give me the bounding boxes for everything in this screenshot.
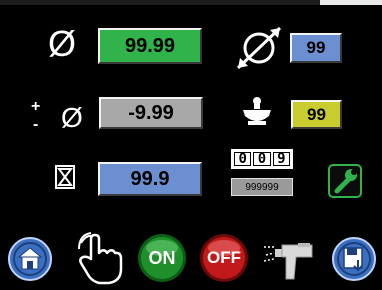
counter-icon: 0 0 9 [231,149,293,169]
counter-digit: 9 [272,152,290,166]
manual-touch-button[interactable] [75,229,125,285]
hand-pointer-icon [78,232,123,285]
off-button-label: OFF [207,248,241,267]
on-button-label: ON [148,247,176,268]
save-icon [332,237,376,281]
off-button[interactable]: OFF [199,233,249,283]
tolerance-value[interactable]: -9.99 [99,97,203,129]
spray-button[interactable] [262,235,316,283]
diameter-value[interactable]: 99.99 [98,28,202,64]
diameter-expand-icon [236,26,282,70]
home-button[interactable] [7,236,53,282]
save-button[interactable] [331,236,377,282]
counter-value[interactable]: 999999 [231,178,293,196]
top-strip [0,0,382,5]
tolerance-diameter-symbol: Ø [61,102,83,133]
time-value[interactable]: 99.9 [98,162,202,196]
weight-value[interactable]: 99 [291,100,342,129]
hourglass-icon [55,165,75,189]
counter-digit: 0 [234,152,252,166]
wrench-icon[interactable] [328,164,362,198]
minus-symbol: - [33,116,39,133]
on-button[interactable]: ON [137,233,187,283]
home-icon [8,237,52,281]
diameter-symbol: Ø [48,23,77,64]
counter-digit: 0 [253,152,271,166]
plus-symbol: + [31,98,41,115]
diameter-setpoint-value[interactable]: 99 [290,33,342,63]
weight-icon [243,97,271,125]
spray-gun-icon [263,243,313,280]
